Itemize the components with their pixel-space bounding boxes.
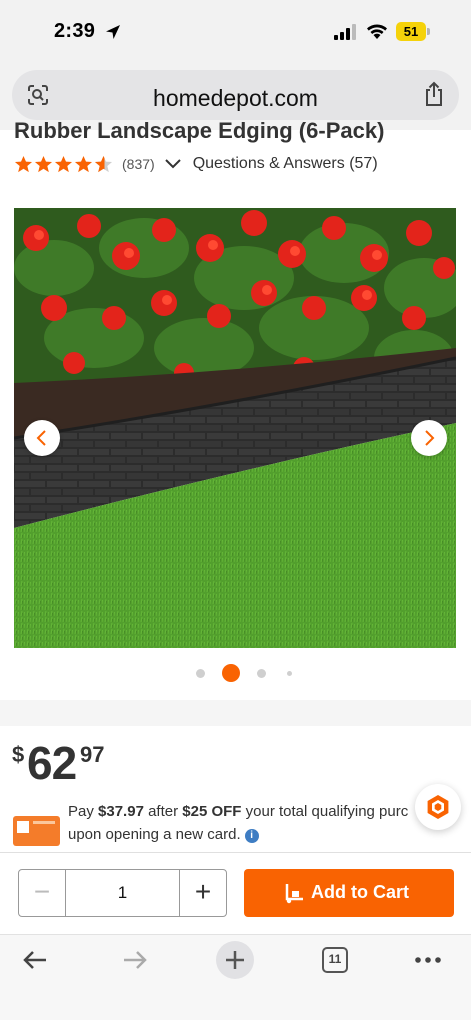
pagination-dot[interactable] — [257, 669, 266, 678]
offer-discount: $25 OFF — [182, 803, 242, 820]
price-dollars: 62 — [27, 737, 77, 789]
address-bar[interactable]: homedepot.com — [12, 70, 459, 120]
chevron-right-icon — [425, 430, 435, 446]
pagination-dot-active[interactable] — [222, 664, 240, 682]
more-options-icon[interactable] — [414, 945, 442, 975]
hexagon-icon — [427, 795, 449, 819]
offer-pay: Pay — [68, 803, 94, 820]
card-strip — [33, 821, 55, 824]
battery-level: 51 — [396, 22, 426, 41]
decrease-quantity-button[interactable]: − — [19, 870, 65, 916]
star-icon — [34, 155, 53, 172]
previous-image-button[interactable] — [24, 420, 60, 456]
cart-dolly-icon — [285, 884, 303, 904]
questions-answers-link[interactable]: Questions & Answers (57) — [193, 155, 378, 173]
location-arrow-icon — [106, 25, 120, 39]
offer-amount: $37.97 — [98, 803, 144, 820]
quantity-input[interactable]: 1 — [65, 870, 180, 916]
offer-line2: upon opening a new card. — [68, 826, 241, 843]
half-star-icon — [94, 155, 113, 172]
price-cents: 97 — [80, 742, 105, 767]
card-logo — [17, 821, 29, 833]
battery-indicator: 51 — [396, 22, 430, 41]
wifi-icon — [367, 24, 387, 39]
add-to-cart-button[interactable]: Add to Cart — [244, 869, 454, 917]
price-currency: $ — [12, 742, 25, 767]
add-to-cart-bar: − 1 + Add to Cart — [0, 852, 471, 934]
increase-quantity-button[interactable]: + — [180, 870, 226, 916]
gallery-pagination[interactable] — [0, 664, 471, 684]
add-to-cart-label: Add to Cart — [311, 882, 409, 902]
plus-icon — [226, 951, 244, 969]
status-bar: 2:39 51 — [0, 0, 471, 62]
section-divider — [0, 700, 471, 726]
quantity-stepper[interactable]: − 1 + — [18, 869, 227, 917]
url-text[interactable]: homedepot.com — [12, 85, 459, 112]
card-offer: Pay $37.97 after $25 OFF your total qual… — [68, 800, 418, 848]
share-icon[interactable] — [423, 81, 445, 107]
product-photo[interactable] — [14, 208, 456, 648]
next-image-button[interactable] — [411, 420, 447, 456]
offer-rest: your total qualifying purc — [245, 803, 409, 820]
review-count[interactable]: (837) — [122, 156, 155, 172]
pagination-dot[interactable] — [287, 671, 292, 676]
status-time: 2:39 — [54, 20, 96, 42]
rating-row[interactable]: (837) Questions & Answers (57) — [14, 152, 378, 176]
forward-arrow-icon[interactable] — [120, 945, 150, 975]
browser-toolbar: 11 — [0, 934, 471, 1020]
back-arrow-icon[interactable] — [20, 945, 50, 975]
star-rating[interactable] — [14, 155, 114, 174]
chevron-down-icon[interactable] — [164, 158, 181, 170]
chevron-left-icon — [36, 430, 46, 446]
star-icon — [14, 155, 33, 172]
battery-tip — [427, 28, 430, 35]
star-icon — [74, 155, 93, 172]
new-tab-button[interactable] — [216, 941, 254, 979]
tab-switcher-button[interactable]: 11 — [322, 947, 348, 973]
star-icon — [54, 155, 73, 172]
offer-after: after — [148, 803, 179, 820]
credit-card-image — [13, 816, 60, 846]
assistant-button[interactable] — [415, 784, 461, 830]
product-title: Rubber Landscape Edging (6-Pack) — [14, 118, 385, 143]
cellular-signal-icon — [334, 24, 356, 40]
pagination-dot[interactable] — [196, 669, 205, 678]
info-icon[interactable]: i — [244, 829, 259, 843]
